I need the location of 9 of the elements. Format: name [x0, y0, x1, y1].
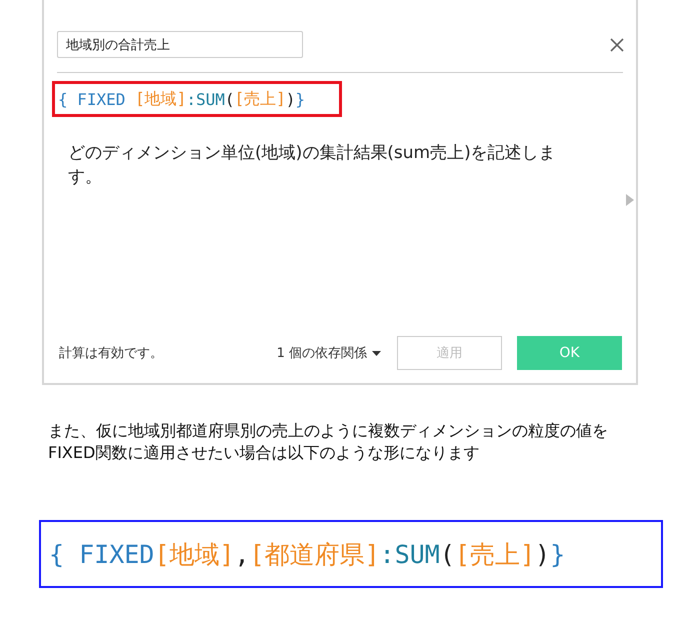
name-field[interactable]: 地域別の合計売上 [57, 31, 303, 58]
dependencies-dropdown[interactable]: 1 個の依存関係 [276, 344, 381, 362]
formula-editor[interactable]: { FIXED [地域]:SUM([売上])} [52, 81, 342, 117]
status-text: 計算は有効です。 [59, 345, 163, 362]
caret-icon [372, 350, 381, 356]
body-paragraph: また、仮に地域別都道府県別の売上のように複数ディメンションの粒度の値をFIXED関数に適用させたい場合は以下のような形になります [48, 420, 609, 464]
description-text: どのディメンション単位(地域)の集計結果(sum売上)を記述します。 [68, 142, 557, 189]
example-formula: { FIXED[地域],[都道府県]:SUM([売上])} [39, 520, 663, 588]
close-icon[interactable] [610, 38, 624, 52]
